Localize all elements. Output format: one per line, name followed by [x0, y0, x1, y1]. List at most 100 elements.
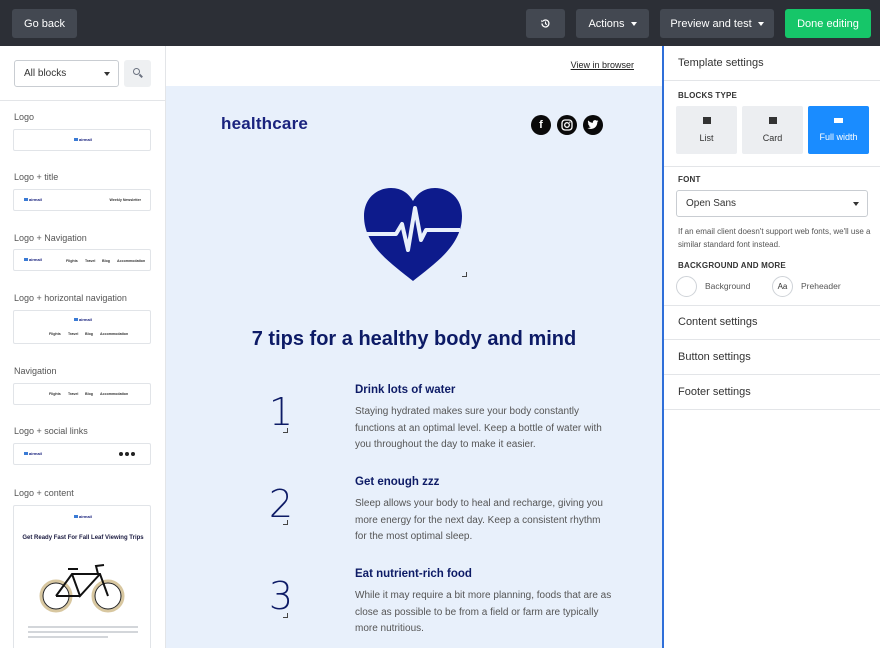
chevron-down-icon — [853, 202, 859, 206]
go-back-button[interactable]: Go back — [12, 9, 77, 38]
mini-nav-item: Accommodation — [100, 332, 129, 336]
mini-nav-item: Travel — [85, 259, 96, 263]
tip-body[interactable]: Sleep allows your body to heal and recha… — [355, 496, 613, 546]
mini-brand-logo: airmail — [24, 197, 42, 202]
tip-body[interactable]: Staying hydrated makes sure your body co… — [355, 404, 613, 454]
mini-nav-item: Blog — [85, 332, 93, 336]
block-thumb-logo-social-links[interactable]: airmail — [13, 443, 151, 465]
block-thumb-logo-title[interactable]: airmail Weekly Newsletter — [13, 189, 151, 211]
email-brand-logo[interactable]: healthcare — [221, 114, 308, 134]
tip-number[interactable]: 3 — [266, 574, 296, 618]
block-type-list-label: List — [699, 133, 714, 143]
mini-nav-item: Flights — [49, 392, 61, 396]
twitter-icon[interactable] — [583, 115, 603, 135]
preview-label: Preview and test — [670, 17, 752, 30]
done-editing-button[interactable]: Done editing — [785, 9, 871, 38]
font-select[interactable]: Open Sans — [676, 190, 868, 217]
content-settings-label: Content settings — [678, 316, 758, 328]
section-divider — [664, 166, 880, 167]
block-label-navigation: Navigation — [14, 366, 57, 376]
block-thumb-logo-navigation[interactable]: airmail Flights Travel Blog Accommodatio… — [13, 249, 151, 271]
mini-brand-logo: airmail — [24, 451, 42, 456]
instagram-icon[interactable] — [557, 115, 577, 135]
background-color-swatch[interactable] — [676, 276, 697, 297]
go-back-label: Go back — [24, 17, 65, 30]
instagram-glyph — [561, 119, 573, 131]
history-icon — [541, 19, 550, 28]
block-label-logo-horizontal-navigation: Logo + horizontal navigation — [14, 293, 127, 303]
button-settings-label: Button settings — [678, 351, 751, 363]
tip-title[interactable]: Get enough zzz — [355, 476, 439, 488]
history-button[interactable] — [526, 9, 565, 38]
block-thumb-navigation[interactable]: Flights Travel Blog Accommodation — [13, 383, 151, 405]
mini-text-line — [28, 631, 138, 633]
tip-body[interactable]: While it may require a bit more planning… — [355, 588, 613, 638]
blocks-sidebar: All blocks Logo airmail Logo + title air… — [0, 46, 166, 648]
facebook-icon — [119, 452, 123, 456]
top-toolbar: Go back Actions Preview and test Done ed… — [0, 0, 880, 46]
chevron-down-icon — [104, 72, 110, 76]
actions-label: Actions — [588, 17, 625, 30]
text-size-icon: Aa — [777, 282, 788, 291]
mini-nav-item: Travel — [68, 392, 79, 396]
block-type-list-option[interactable]: List — [676, 106, 737, 154]
footer-settings-row[interactable]: Footer settings — [664, 375, 880, 410]
heart-heartbeat-icon[interactable] — [362, 186, 464, 284]
block-label-logo-content: Logo + content — [14, 488, 74, 498]
block-label-logo-navigation: Logo + Navigation — [14, 233, 87, 243]
tip-number[interactable]: 2 — [266, 482, 296, 526]
email-headline[interactable]: 7 tips for a healthy body and mind — [166, 328, 662, 351]
blocks-filter-select[interactable]: All blocks — [14, 60, 119, 87]
template-settings-label: Template settings — [678, 57, 764, 69]
blocks-type-heading: BLOCKS TYPE — [678, 91, 738, 100]
text-resize-handle[interactable] — [283, 520, 288, 525]
block-thumb-logo[interactable]: airmail — [13, 129, 151, 151]
mini-brand-logo: airmail — [74, 317, 92, 322]
image-resize-handle[interactable] — [462, 272, 467, 277]
done-editing-label: Done editing — [797, 17, 859, 30]
facebook-icon[interactable]: f — [531, 115, 551, 135]
mini-nav-item: Flights — [49, 332, 61, 336]
full-width-icon — [834, 118, 843, 123]
blocks-filter-value: All blocks — [24, 68, 67, 79]
twitter-glyph — [587, 120, 599, 129]
block-label-logo-social-links: Logo + social links — [14, 426, 88, 436]
block-type-card-option[interactable]: Card — [742, 106, 803, 154]
settings-panel: Template settings BLOCKS TYPE List Card … — [662, 46, 880, 648]
block-thumb-logo-horizontal-navigation[interactable]: airmail Flights Travel Blog Accommodatio… — [13, 310, 151, 344]
mini-nav-item: Blog — [85, 392, 93, 396]
mini-nav-item: Travel — [68, 332, 79, 336]
mini-nav-item: Blog — [102, 259, 110, 263]
button-settings-row[interactable]: Button settings — [664, 340, 880, 375]
block-type-full-width-option[interactable]: Full width — [808, 106, 869, 154]
text-resize-handle[interactable] — [283, 613, 288, 618]
mini-nav-item: Flights — [66, 259, 78, 263]
background-label: Background — [705, 281, 751, 291]
mini-text-line — [28, 626, 138, 628]
mini-nav-item: Accommodation — [100, 392, 129, 396]
block-thumb-logo-content[interactable]: airmail Get Ready Fast For Fall Leaf Vie… — [13, 505, 151, 648]
actions-dropdown-button[interactable]: Actions — [576, 9, 649, 38]
tip-title[interactable]: Eat nutrient-rich food — [355, 568, 472, 580]
block-type-card-label: Card — [762, 133, 783, 143]
tip-number[interactable]: 1 — [266, 390, 296, 434]
mini-brand-logo: airmail — [74, 137, 92, 142]
block-type-full-width-label: Full width — [819, 132, 858, 142]
template-settings-header[interactable]: Template settings — [664, 46, 880, 81]
mini-newsletter-title: Weekly Newsletter — [109, 198, 142, 202]
tip-title[interactable]: Drink lots of water — [355, 384, 455, 396]
content-settings-row[interactable]: Content settings — [664, 305, 880, 340]
view-in-browser-link[interactable]: View in browser — [571, 60, 634, 70]
search-icon-handle — [139, 73, 143, 78]
font-heading: FONT — [678, 175, 701, 184]
preheader-swatch[interactable]: Aa — [772, 276, 793, 297]
preview-and-test-button[interactable]: Preview and test — [660, 9, 774, 38]
email-body[interactable]: healthcare f 7 tips for a healthy body a… — [166, 86, 662, 648]
text-resize-handle[interactable] — [283, 428, 288, 433]
blocks-filter-bar: All blocks — [0, 46, 165, 101]
mini-brand-logo: airmail — [74, 514, 92, 519]
twitter-icon — [131, 452, 135, 456]
chevron-down-icon — [757, 21, 764, 26]
card-icon — [768, 117, 777, 124]
search-button[interactable] — [124, 60, 151, 87]
